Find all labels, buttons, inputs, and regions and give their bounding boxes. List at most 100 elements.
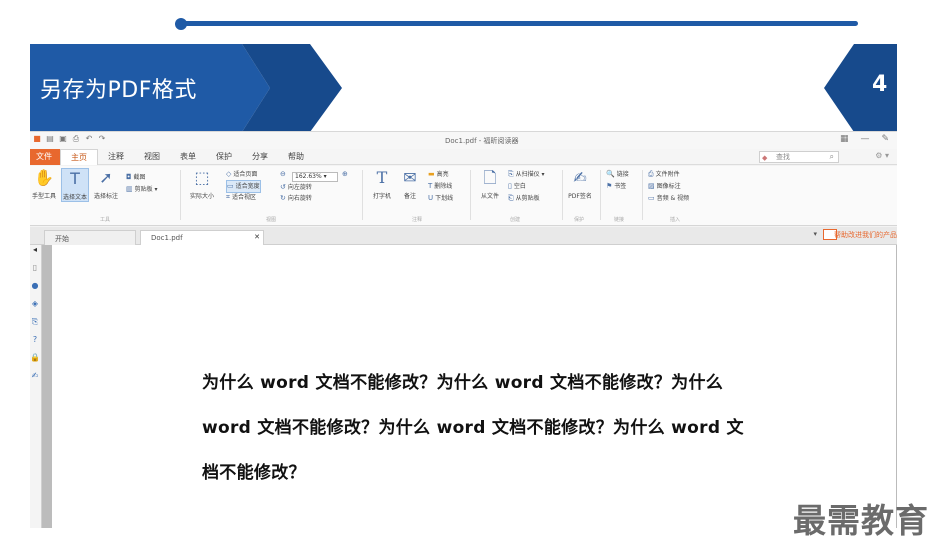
dropdown-arrow-icon[interactable]: ▾	[813, 230, 817, 238]
highlight-button[interactable]: ▬ 高亮	[428, 169, 449, 180]
rotate-right-button[interactable]: ↻ 向右旋转	[280, 193, 312, 204]
save-icon[interactable]: ▣	[58, 134, 68, 144]
group-label-create: 创建	[510, 217, 521, 223]
bookmark-label: 书签	[614, 183, 627, 190]
note-button[interactable]: ✉ 备注	[396, 168, 424, 200]
zoom-out-button[interactable]: ⊖	[280, 169, 288, 180]
fit-page-button[interactable]: ◇ 适合页面	[226, 169, 257, 180]
bookmark-button[interactable]: ⚑ 书签	[606, 181, 626, 192]
blank-button[interactable]: ▯ 空白	[508, 181, 526, 192]
tab-protect[interactable]: 保护	[206, 149, 242, 165]
tab-help[interactable]: 帮助	[278, 149, 314, 165]
search-go-icon[interactable]: ⌕	[830, 152, 834, 162]
from-scanner-label: 从扫描仪	[515, 171, 540, 178]
tab-form[interactable]: 表单	[170, 149, 206, 165]
tab-home[interactable]: 主页	[60, 149, 98, 165]
close-icon[interactable]: ✕	[254, 233, 260, 241]
rotate-left-icon: ↺	[280, 183, 286, 191]
image-annot-button[interactable]: ▨ 图像标注	[648, 181, 681, 192]
snapshot-label: 截图	[133, 174, 146, 181]
highlight-icon: ▬	[428, 170, 435, 178]
doc-tab-doc1[interactable]: Doc1.pdf ✕	[140, 230, 264, 245]
clipboard-label: 剪贴板	[134, 186, 153, 193]
attachments-panel-icon[interactable]: ⎘	[30, 317, 40, 335]
select-text-icon: T	[70, 169, 80, 188]
page-thumbnail-icon[interactable]: ▯	[30, 263, 40, 281]
audio-video-button[interactable]: ▭ 音频 & 视频	[648, 193, 689, 204]
pdf-sign-label: PDF签名	[568, 193, 592, 200]
tab-view[interactable]: 视图	[134, 149, 170, 165]
blank-label: 空白	[513, 183, 526, 190]
actual-size-icon: ⬚	[194, 168, 210, 187]
tab-file[interactable]: 文件	[30, 149, 60, 165]
fit-width-label: 适合宽度	[235, 183, 260, 190]
actual-size-button[interactable]: ⬚ 实际大小	[188, 168, 216, 200]
tab-comment[interactable]: 注释	[98, 149, 134, 165]
timeline-bar	[182, 21, 858, 26]
zoom-level-value: 162.63%	[295, 173, 322, 180]
group-label-tools: 工具	[100, 217, 111, 223]
layers-icon[interactable]: ◈	[30, 299, 40, 317]
hand-tool-button[interactable]: ✋ 手型工具	[30, 168, 58, 200]
snapshot-button[interactable]: ◘ 截图	[126, 172, 146, 183]
ribbon-toolbar: ✋ 手型工具 T 选择文本 ➚ 选择标注 ◘ 截图 ▥ 剪贴板 ▾ 工具 ⬚ 实际大…	[30, 166, 897, 226]
redo-icon[interactable]: ↷	[97, 134, 107, 144]
group-label-view: 视图	[266, 217, 277, 223]
link-icon: 🔍	[606, 170, 615, 178]
doc-tab-start[interactable]: 开始	[44, 230, 136, 245]
link-label: 链接	[616, 171, 629, 178]
highlight-label: 高亮	[436, 171, 449, 178]
app-logo-icon[interactable]: ■	[32, 134, 42, 144]
pin-icon[interactable]: ✎	[881, 134, 889, 144]
clipboard-button[interactable]: ▥ 剪贴板 ▾	[126, 184, 158, 195]
lock-icon[interactable]: 🔒	[30, 353, 40, 371]
actual-size-label: 实际大小	[189, 193, 214, 200]
file-attach-button[interactable]: ⎙ 文件附件	[648, 169, 680, 180]
file-attach-label: 文件附件	[655, 171, 680, 178]
minimize-icon[interactable]: —	[860, 134, 869, 144]
underline-button[interactable]: U 下划线	[428, 193, 453, 204]
from-file-button[interactable]: 🗋 从文件	[476, 168, 504, 200]
promo-link[interactable]: 帮助改进我们的产品	[834, 230, 897, 240]
search-input[interactable]: ◆ 查找 ⌕	[759, 151, 839, 163]
signature-panel-icon[interactable]: ✍	[30, 371, 40, 389]
note-label: 备注	[403, 193, 416, 200]
comments-panel-icon[interactable]: ?	[30, 335, 40, 353]
undo-icon[interactable]: ↶	[84, 134, 94, 144]
note-icon: ✉	[403, 168, 417, 187]
typewriter-icon: T	[376, 168, 388, 187]
strikeout-button[interactable]: T 删除线	[428, 181, 452, 192]
watermark-logo: 最需教育	[793, 501, 929, 540]
typewriter-button[interactable]: T 打字机	[368, 168, 396, 200]
select-annot-label: 选择标注	[93, 193, 118, 200]
zoom-level-select[interactable]: 162.63% ▾	[292, 172, 338, 182]
document-text-line: 为什么 word 文档不能修改？为什么 word 文档不能修改？为什么	[202, 373, 724, 393]
rotate-right-icon: ↻	[280, 194, 286, 202]
title-bar: ■ ▤ ▣ ⎙ ↶ ↷ Doc1.pdf - 福昕阅读器 ▦ — ✎	[30, 132, 897, 149]
from-scanner-button[interactable]: ⎘ 从扫描仪 ▾	[508, 169, 545, 180]
group-label-insert: 插入	[670, 217, 681, 223]
zoom-out-icon: ⊖	[280, 170, 286, 178]
open-icon[interactable]: ▤	[45, 134, 55, 144]
link-button[interactable]: 🔍 链接	[606, 169, 629, 180]
from-clipboard-button[interactable]: ⎗ 从剪贴板	[508, 193, 540, 204]
rotate-left-button[interactable]: ↺ 向左旋转	[280, 182, 312, 193]
print-icon[interactable]: ⎙	[71, 134, 81, 144]
fit-visible-button[interactable]: ⌗ 适合视区	[226, 192, 256, 203]
underline-label: 下划线	[435, 195, 454, 202]
select-text-button[interactable]: T 选择文本	[61, 168, 89, 202]
document-text-line: 档不能修改？	[202, 463, 306, 483]
bookmark-panel-icon[interactable]: ●	[30, 281, 40, 299]
layout-icon[interactable]: ▦	[840, 134, 849, 144]
zoom-in-button[interactable]: ⊕	[342, 169, 350, 180]
tab-share[interactable]: 分享	[242, 149, 278, 165]
pdf-sign-button[interactable]: ✍ PDF签名	[566, 168, 594, 200]
image-icon: ▨	[648, 182, 655, 190]
collapse-arrow-icon[interactable]: ◂	[30, 245, 40, 263]
hand-icon: ✋	[34, 168, 54, 187]
from-clipboard-label: 从剪贴板	[515, 195, 540, 202]
settings-icon[interactable]: ⚙ ▾	[875, 151, 889, 160]
select-annot-button[interactable]: ➚ 选择标注	[92, 168, 120, 200]
rotate-right-label: 向右旋转	[287, 195, 312, 202]
doc-tab-doc1-label: Doc1.pdf	[151, 234, 183, 242]
